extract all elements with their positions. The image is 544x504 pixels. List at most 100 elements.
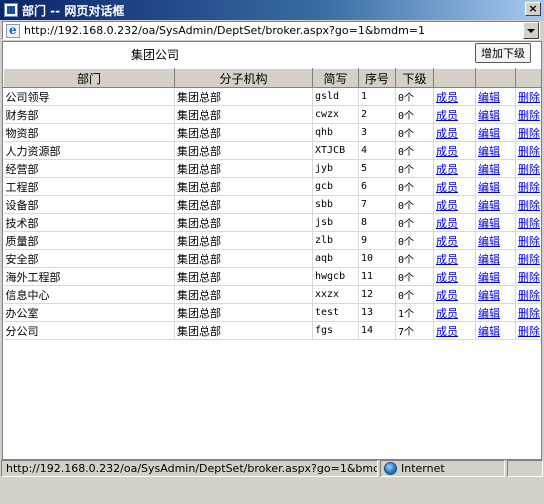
members-link[interactable]: 成员 [436,289,458,302]
edit-link[interactable]: 编辑 [478,307,500,320]
abbr-cell: gsld [312,87,359,106]
members-link[interactable]: 成员 [436,253,458,266]
delete-link[interactable]: 删除 [518,253,540,266]
edit-link[interactable]: 编辑 [478,325,500,338]
abbr-cell: sbb [312,195,359,214]
delete-link[interactable]: 删除 [518,127,540,140]
edit-cell: 编辑 [475,159,516,178]
members-link[interactable]: 成员 [436,163,458,176]
members-link[interactable]: 成员 [436,307,458,320]
delete-link[interactable]: 删除 [518,199,540,212]
delete-cell: 删除 [515,195,541,214]
org-cell: 集团总部 [174,267,313,286]
members-cell: 成员 [433,303,476,322]
column-header-org: 分子机构 [174,68,313,88]
members-link[interactable]: 成员 [436,199,458,212]
table-row: 经营部 集团总部 jyb 5 0个 成员 编辑 删除 [3,159,541,178]
abbr-cell: aqb [312,249,359,268]
org-cell: 集团总部 [174,177,313,196]
sub-count-cell: 0个 [395,159,434,178]
abbr-cell: XTJCB [312,141,359,160]
members-link[interactable]: 成员 [436,181,458,194]
members-link[interactable]: 成员 [436,109,458,122]
delete-cell: 删除 [515,213,541,232]
edit-cell: 编辑 [475,195,516,214]
delete-link[interactable]: 删除 [518,91,540,104]
delete-link[interactable]: 删除 [518,181,540,194]
seq-cell: 3 [358,123,396,142]
edit-link[interactable]: 编辑 [478,163,500,176]
edit-link[interactable]: 编辑 [478,253,500,266]
sub-count-cell: 0个 [395,105,434,124]
sub-count-cell: 0个 [395,267,434,286]
edit-link[interactable]: 编辑 [478,289,500,302]
dept-cell: 安全部 [3,249,175,268]
address-bar[interactable]: http://192.168.0.232/oa/SysAdmin/DeptSet… [2,21,540,40]
dept-cell: 分公司 [3,321,175,340]
company-name: 集团公司 [131,48,180,62]
members-link[interactable]: 成员 [436,91,458,104]
delete-link[interactable]: 删除 [518,235,540,248]
edit-link[interactable]: 编辑 [478,217,500,230]
edit-cell: 编辑 [475,141,516,160]
members-link[interactable]: 成员 [436,271,458,284]
members-link[interactable]: 成员 [436,235,458,248]
members-link[interactable]: 成员 [436,217,458,230]
edit-cell: 编辑 [475,303,516,322]
address-dropdown-button[interactable] [523,22,539,39]
table-row: 办公室 集团总部 test 13 1个 成员 编辑 删除 [3,303,541,322]
org-cell: 集团总部 [174,249,313,268]
delete-cell: 删除 [515,285,541,304]
address-url[interactable]: http://192.168.0.232/oa/SysAdmin/DeptSet… [24,24,523,37]
sub-count-cell: 0个 [395,231,434,250]
delete-cell: 删除 [515,87,541,106]
edit-link[interactable]: 编辑 [478,199,500,212]
sub-count-cell: 0个 [395,195,434,214]
sub-count-cell: 0个 [395,87,434,106]
delete-link[interactable]: 删除 [518,109,540,122]
zone-label: Internet [401,462,445,475]
sub-count-cell: 0个 [395,213,434,232]
edit-link[interactable]: 编辑 [478,127,500,140]
delete-link[interactable]: 删除 [518,163,540,176]
org-cell: 集团总部 [174,123,313,142]
delete-link[interactable]: 删除 [518,217,540,230]
dept-cell: 公司领导 [3,87,175,106]
edit-link[interactable]: 编辑 [478,145,500,158]
sub-count-cell: 7个 [395,321,434,340]
members-link[interactable]: 成员 [436,145,458,158]
table-row: 人力资源部 集团总部 XTJCB 4 0个 成员 编辑 删除 [3,141,541,160]
close-button[interactable]: × [525,2,541,16]
delete-link[interactable]: 删除 [518,325,540,338]
edit-link[interactable]: 编辑 [478,235,500,248]
edit-link[interactable]: 编辑 [478,91,500,104]
column-header-seq: 序号 [358,68,396,88]
delete-link[interactable]: 删除 [518,289,540,302]
delete-link[interactable]: 删除 [518,307,540,320]
table-row: 物资部 集团总部 qhb 3 0个 成员 编辑 删除 [3,123,541,142]
edit-cell: 编辑 [475,213,516,232]
delete-link[interactable]: 删除 [518,145,540,158]
seq-cell: 4 [358,141,396,160]
abbr-cell: xxzx [312,285,359,304]
edit-cell: 编辑 [475,249,516,268]
table-row: 质量部 集团总部 zlb 9 0个 成员 编辑 删除 [3,231,541,250]
members-link[interactable]: 成员 [436,325,458,338]
delete-cell: 删除 [515,159,541,178]
dept-cell: 工程部 [3,177,175,196]
members-cell: 成员 [433,105,476,124]
add-subordinate-button[interactable]: 增加下级 [475,43,531,63]
delete-link[interactable]: 删除 [518,271,540,284]
window-titlebar: 部门 -- 网页对话框 × [0,0,544,20]
sub-count-cell: 0个 [395,177,434,196]
table-row: 海外工程部 集团总部 hwgcb 11 0个 成员 编辑 删除 [3,267,541,286]
members-link[interactable]: 成员 [436,127,458,140]
edit-link[interactable]: 编辑 [478,181,500,194]
delete-cell: 删除 [515,141,541,160]
status-text: http://192.168.0.232/oa/SysAdmin/DeptSet… [1,460,378,477]
edit-link[interactable]: 编辑 [478,109,500,122]
edit-cell: 编辑 [475,105,516,124]
edit-link[interactable]: 编辑 [478,271,500,284]
members-cell: 成员 [433,213,476,232]
globe-icon [384,462,397,475]
